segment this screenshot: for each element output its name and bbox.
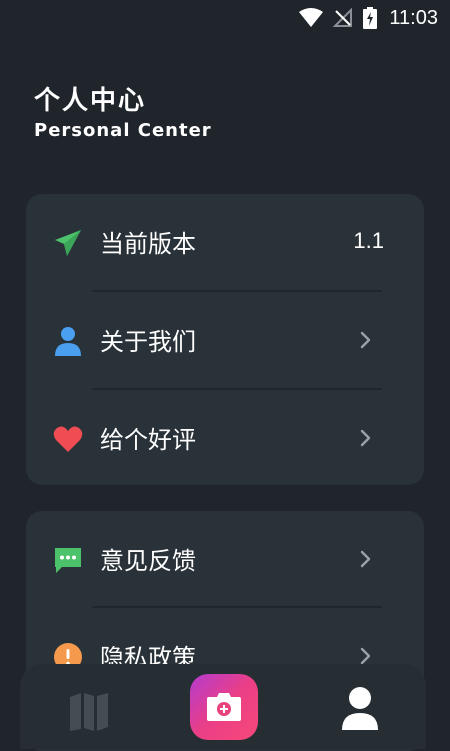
list-item-label: 关于我们 (100, 328, 196, 356)
chat-bubble-icon (55, 548, 81, 573)
no-signal-icon (333, 8, 353, 27)
chevron-right-icon (360, 550, 371, 568)
chevron-right-icon (360, 647, 371, 665)
status-icons: 11:03 (299, 6, 438, 30)
chevron-right-icon (360, 331, 371, 349)
person-icon (55, 327, 81, 356)
status-time: 11:03 (389, 6, 438, 29)
heart-icon (53, 426, 83, 452)
list-item-feedback[interactable]: 意见反馈 (26, 511, 424, 608)
page-subtitle: Personal Center (34, 120, 212, 141)
profile-icon[interactable] (340, 686, 380, 732)
camera-button[interactable] (190, 674, 258, 740)
chevron-right-icon (360, 429, 371, 447)
map-icon[interactable] (68, 691, 110, 733)
status-bar: 11:03 (0, 0, 450, 36)
page-title: 个人中心 (34, 86, 147, 116)
list-item-about-us[interactable]: 关于我们 (26, 292, 424, 389)
list-item-label: 意见反馈 (100, 547, 196, 575)
bottom-navigation (20, 664, 426, 749)
settings-card-primary: 当前版本 1.1 关于我们 给个好评 (26, 194, 424, 485)
paper-plane-icon (55, 230, 81, 256)
wifi-icon (299, 8, 324, 27)
version-value: 1.1 (353, 228, 384, 253)
list-item-rate-us[interactable]: 给个好评 (26, 390, 424, 487)
list-item-label: 当前版本 (100, 230, 196, 258)
camera-icon (207, 693, 241, 721)
list-item-label: 给个好评 (100, 426, 196, 454)
battery-charging-icon (363, 7, 378, 29)
list-item-version[interactable]: 当前版本 1.1 (26, 194, 424, 291)
